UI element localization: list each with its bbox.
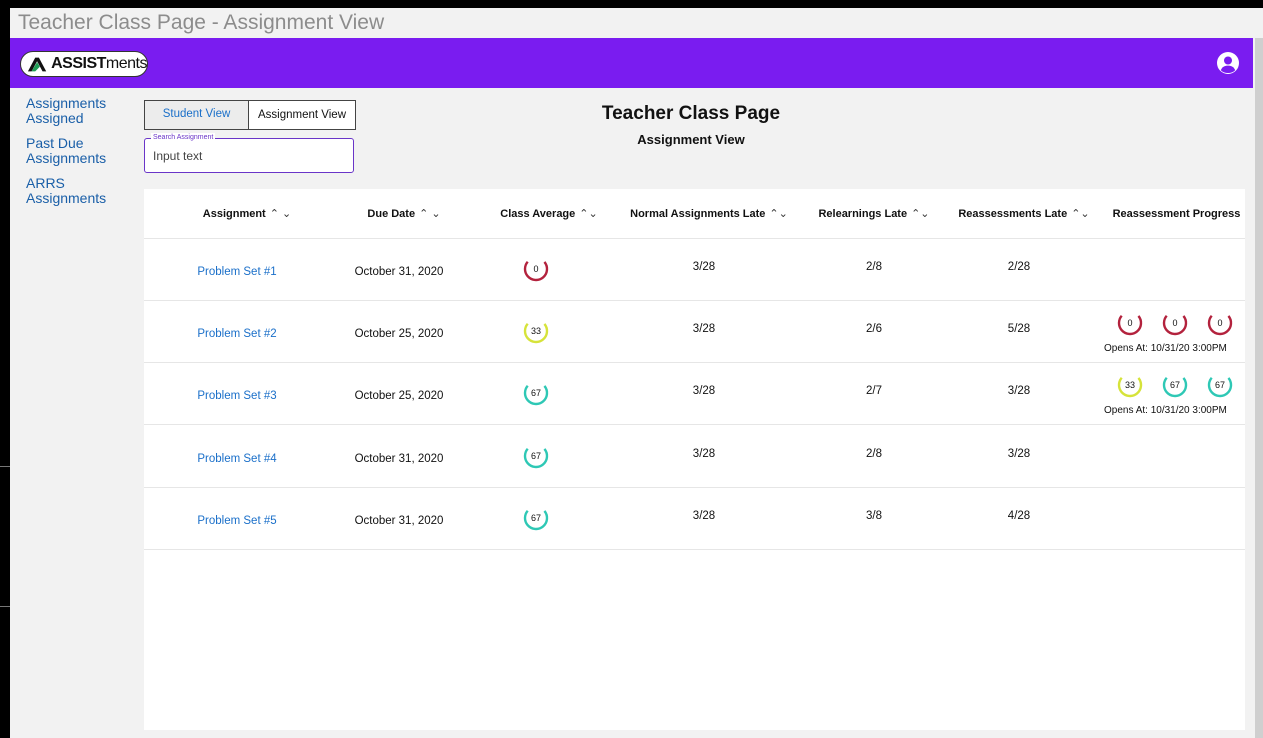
due-date: October 31, 2020: [354, 453, 444, 465]
relearnings-late: 2/6: [866, 323, 882, 335]
class-average-ring: 67: [523, 443, 549, 469]
sidebar-item-assignments-assigned[interactable]: Assignments Assigned: [10, 96, 136, 126]
column-header-class-average[interactable]: Class Average ⌃⌄: [489, 189, 609, 239]
column-header-reassessments-late[interactable]: Reassessments Late ⌃⌄: [949, 189, 1099, 239]
score-label: 67: [531, 388, 541, 398]
normal-assignments-late: 3/28: [692, 510, 716, 522]
tab-student-view[interactable]: Student View: [144, 100, 248, 130]
assignment-link[interactable]: Problem Set #1: [182, 266, 292, 278]
column-header-reassessment-progress: Reassessment Progress: [1112, 208, 1241, 220]
due-date: October 25, 2020: [354, 390, 444, 402]
table-row[interactable]: Problem Set #5 October 31, 2020 67 3/28 3/8 4…: [144, 488, 1245, 550]
normal-assignments-late: 3/28: [692, 323, 716, 335]
column-header-due-date[interactable]: Due Date ⌃ ⌄: [349, 189, 459, 239]
search-label: Search Assignment: [151, 133, 216, 143]
class-average-ring: 67: [523, 505, 549, 531]
page-title: Teacher Class Page: [601, 103, 781, 124]
search-input[interactable]: [153, 149, 343, 163]
reassessments-late: 4/28: [1007, 510, 1031, 522]
assistments-logo-icon: [27, 57, 47, 72]
sidebar-item-arrs-assignments[interactable]: ARRS Assignments: [10, 176, 136, 206]
column-header-assignment[interactable]: Assignment ⌃ ⌄: [192, 189, 302, 239]
due-date: October 25, 2020: [354, 328, 444, 340]
reassessment-progress-ring: 67: [1162, 372, 1188, 398]
search-assignment-field[interactable]: Search Assignment: [144, 133, 354, 173]
score-label: 0: [1217, 318, 1222, 328]
assignment-link[interactable]: Problem Set #2: [182, 328, 292, 340]
reassessment-progress-ring: 0: [1207, 310, 1233, 336]
table-row[interactable]: Problem Set #1 October 31, 2020 0 3/28 2/8 2/…: [144, 239, 1245, 301]
right-scroll-gutter: [1255, 38, 1263, 738]
sidebar: Assignments Assigned Past Due Assignment…: [10, 88, 136, 730]
sidebar-item-past-due-assignments[interactable]: Past Due Assignments: [10, 136, 136, 166]
score-label: 33: [531, 326, 541, 336]
table-row[interactable]: Problem Set #4 October 31, 2020 67 3/28 2/8 3…: [144, 426, 1245, 488]
column-header-relearnings-late[interactable]: Relearnings Late ⌃⌄: [814, 189, 934, 239]
score-label: 67: [1215, 380, 1225, 390]
column-header-normal-assignments-late[interactable]: Normal Assignments Late ⌃⌄: [624, 189, 794, 239]
left-edge-tick: [0, 466, 10, 467]
sort-icon[interactable]: ⌃⌄: [1071, 208, 1089, 220]
normal-assignments-late: 3/28: [692, 385, 716, 397]
sort-icon[interactable]: ⌃⌄: [769, 208, 787, 220]
window-title: Teacher Class Page - Assignment View: [18, 11, 385, 34]
reassessment-progress-ring: 67: [1207, 372, 1233, 398]
score-label: 67: [1170, 380, 1180, 390]
normal-assignments-late: 3/28: [692, 261, 716, 273]
assignment-link[interactable]: Problem Set #5: [182, 515, 292, 527]
table-row[interactable]: Problem Set #2 October 25, 2020 33 3/28 2/6 5…: [144, 301, 1245, 363]
opens-at-label: Opens At: 10/31/20 3:00PM: [1104, 405, 1227, 416]
user-circle-icon[interactable]: [1216, 51, 1240, 75]
reassessment-progress-ring: 0: [1162, 310, 1188, 336]
relearnings-late: 3/8: [866, 510, 882, 522]
reassessments-late: 3/28: [1007, 448, 1031, 460]
sort-icon[interactable]: ⌃⌄: [911, 208, 929, 220]
top-navigation-bar: ASSISTments: [10, 38, 1253, 88]
logo-text: ASSISTments: [51, 55, 147, 72]
score-label: 67: [531, 513, 541, 523]
assignments-table: Assignment ⌃ ⌄ Due Date ⌃ ⌄ Class Average ⌃…: [144, 189, 1245, 730]
relearnings-late: 2/8: [866, 261, 882, 273]
normal-assignments-late: 3/28: [692, 448, 716, 460]
main-content: Student View Assignment View Search Assi…: [136, 88, 1245, 730]
assignment-link[interactable]: Problem Set #4: [182, 453, 292, 465]
class-average-ring: 0: [523, 256, 549, 282]
score-label: 0: [1172, 318, 1177, 328]
due-date: October 31, 2020: [354, 515, 444, 527]
class-average-ring: 33: [523, 318, 549, 344]
sort-icon[interactable]: ⌃ ⌄: [270, 208, 292, 220]
left-edge-tick: [0, 606, 10, 607]
reassessments-late: 3/28: [1007, 385, 1031, 397]
relearnings-late: 2/8: [866, 448, 882, 460]
assignment-link[interactable]: Problem Set #3: [182, 390, 292, 402]
page-subtitle: Assignment View: [637, 132, 745, 147]
view-tabs: Student View Assignment View: [144, 100, 356, 130]
reassessment-progress-ring: 33: [1117, 372, 1143, 398]
table-header: Assignment ⌃ ⌄ Due Date ⌃ ⌄ Class Average ⌃…: [144, 189, 1245, 239]
score-label: 67: [531, 451, 541, 461]
reassessments-late: 5/28: [1007, 323, 1031, 335]
relearnings-late: 2/7: [866, 385, 882, 397]
table-row[interactable]: Problem Set #3 October 25, 2020 67 3/28 2/7 3…: [144, 363, 1245, 425]
reassessment-progress-ring: 0: [1117, 310, 1143, 336]
reassessments-late: 2/28: [1007, 261, 1031, 273]
tab-assignment-view[interactable]: Assignment View: [248, 100, 356, 130]
opens-at-label: Opens At: 10/31/20 3:00PM: [1104, 343, 1227, 354]
assistments-logo[interactable]: ASSISTments: [20, 51, 148, 77]
sort-icon[interactable]: ⌃⌄: [579, 208, 597, 220]
class-average-ring: 67: [523, 380, 549, 406]
sort-icon[interactable]: ⌃ ⌄: [419, 208, 441, 220]
score-label: 33: [1125, 380, 1135, 390]
due-date: October 31, 2020: [354, 266, 444, 278]
score-label: 0: [1127, 318, 1132, 328]
score-label: 0: [533, 264, 538, 274]
